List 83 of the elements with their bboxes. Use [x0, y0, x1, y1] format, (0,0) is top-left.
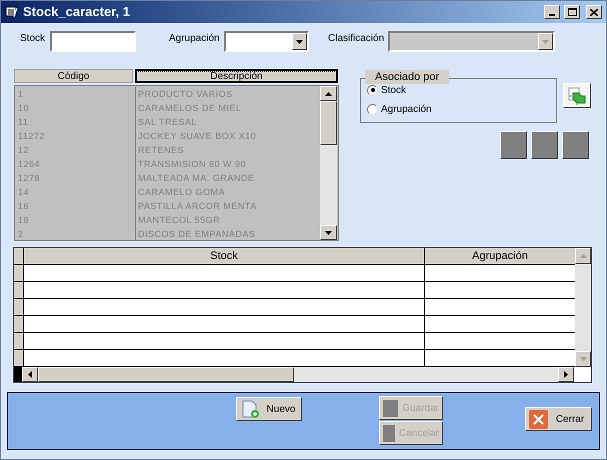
description-cell-text: CARAMELOS DE MIEL [137, 102, 242, 115]
column-header[interactable]: Agrupación [425, 248, 575, 264]
description-cell-text: PASTILLA ARCOR MENTA [137, 200, 257, 213]
row-header[interactable] [14, 333, 24, 349]
minimize-icon [549, 14, 555, 16]
blank-icon [383, 400, 398, 416]
description-cell-text: DISCOS DE EMPANADAS [137, 228, 256, 241]
window-icon [5, 6, 19, 18]
left-arrow-icon [28, 371, 32, 378]
scroll-thumb[interactable] [320, 101, 337, 145]
description-cell-text: MALTEADA MA. GRANDE [137, 172, 254, 185]
vertical-scrollbar[interactable] [575, 248, 591, 367]
radio-button[interactable] [367, 84, 378, 96]
code-cell: 12 [15, 143, 136, 157]
new-document-icon [240, 400, 260, 418]
horizontal-scrollbar[interactable] [22, 367, 574, 382]
group-title: Asociado por [365, 70, 450, 84]
blank-button[interactable] [500, 131, 527, 159]
dropdown[interactable] [224, 31, 309, 52]
scroll-up-button[interactable] [575, 248, 591, 264]
field-label: Clasificación [328, 32, 386, 46]
data-grid[interactable]: Stock Agrupación [13, 247, 592, 383]
blank-button[interactable] [562, 131, 589, 159]
puzzle-icon [567, 86, 587, 104]
code-cell: 10 [15, 101, 136, 115]
description-cell-text: JOCKEY SUAVE BOX X10 [137, 130, 256, 143]
close-button[interactable] [586, 5, 602, 19]
scroll-up-button[interactable] [320, 86, 337, 101]
row-header[interactable] [14, 282, 24, 298]
scroll-down-button[interactable] [575, 351, 591, 367]
minimize-button[interactable] [544, 5, 560, 19]
scroll-thumb[interactable] [38, 367, 294, 382]
code-cell: 1278 [15, 171, 136, 185]
column-header[interactable]: Stock [24, 248, 425, 264]
description-cell-text: TRANSMISION 80 W 90 [137, 158, 246, 171]
code-cell: 1 [15, 87, 136, 101]
maximize-icon [568, 8, 576, 16]
blank-icon [383, 424, 395, 442]
action-button[interactable]: Cerrar [525, 407, 592, 431]
description-cell-text: RETENES [137, 144, 184, 157]
field-label: Agrupación [169, 32, 221, 46]
up-arrow-icon [580, 254, 586, 258]
close-icon [529, 410, 548, 428]
row-header[interactable] [14, 265, 24, 281]
vertical-scrollbar[interactable] [320, 86, 337, 240]
maximize-button[interactable] [564, 5, 580, 19]
description-cell-text: CARAMELO GOMA [137, 186, 226, 199]
corner-header[interactable] [14, 248, 24, 264]
code-cell: 14 [15, 185, 136, 199]
radio-label: Agrupación [381, 102, 432, 116]
code-cell: 11 [15, 115, 136, 129]
code-cell: 18 [15, 213, 136, 227]
description-cell-text: SAL TRESAL [137, 116, 198, 129]
scroll-left-button[interactable] [22, 367, 38, 382]
link-button[interactable] [563, 83, 591, 108]
row-header[interactable] [14, 316, 24, 332]
down-arrow-icon [325, 230, 332, 234]
field-label: Stock [20, 32, 46, 46]
radio-label: Stock [381, 84, 406, 98]
scroll-down-button[interactable] [320, 225, 337, 240]
scroll-right-button[interactable] [558, 367, 574, 382]
down-arrow-icon [580, 357, 586, 361]
column-header[interactable]: Descripción [135, 69, 338, 83]
corner-block [14, 367, 22, 382]
blank-button[interactable] [531, 131, 558, 159]
window-title: Stock_caracter, 1 [23, 3, 131, 22]
dropdown-arrow-icon [542, 40, 549, 44]
row-header[interactable] [14, 299, 24, 315]
description-cell-text: MANTECOL 55GR [137, 214, 220, 227]
code-cell: 2 [15, 227, 136, 241]
code-cell: 11272 [15, 129, 136, 143]
up-arrow-icon [325, 92, 332, 96]
dropdown-arrow-icon [296, 40, 303, 44]
input-field[interactable] [50, 31, 136, 52]
close-icon [590, 8, 598, 16]
row-header[interactable] [14, 350, 24, 366]
code-cell: 16 [15, 199, 136, 213]
right-arrow-icon [564, 371, 568, 378]
radio-button[interactable] [367, 104, 378, 114]
code-cell: 1264 [15, 157, 136, 171]
column-header[interactable]: Código [14, 69, 133, 83]
description-cell-text: PRODUCTO VARIOS [137, 88, 233, 101]
action-button[interactable]: Nuevo [236, 397, 302, 421]
